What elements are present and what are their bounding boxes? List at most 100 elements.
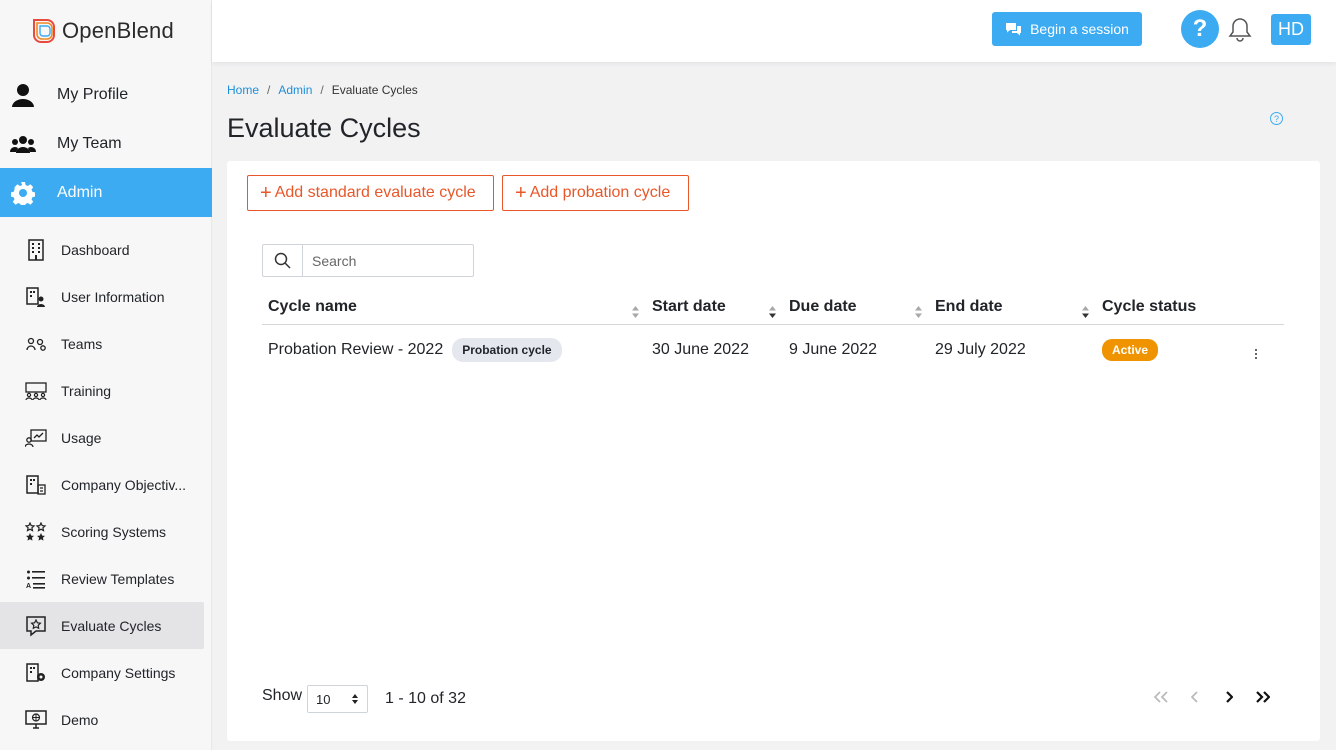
header-cycle-name[interactable]: Cycle name (262, 289, 646, 325)
sort-icon[interactable] (768, 305, 777, 319)
search-input[interactable] (303, 245, 473, 276)
cell-end-date: 29 July 2022 (935, 341, 1026, 358)
plus-icon: + (515, 182, 527, 204)
plus-icon: + (260, 182, 272, 204)
add-probation-label: Add probation cycle (529, 184, 671, 201)
subnav-label: Scoring Systems (61, 523, 167, 540)
user-icon (10, 82, 36, 108)
subnav-label: Training (61, 382, 112, 399)
subnav-training[interactable]: Training (0, 367, 204, 414)
openblend-logo-icon (33, 19, 55, 43)
gear-icon (10, 180, 36, 206)
breadcrumb: Home / Admin / Evaluate Cycles (227, 83, 418, 97)
page-size-select[interactable]: 10 (307, 685, 369, 713)
prev-page-icon[interactable] (1186, 688, 1204, 706)
cell-cycle-name: Probation Review - 2022 Probation cycle (262, 338, 646, 362)
bell-icon[interactable] (1228, 17, 1252, 43)
breadcrumb-current: Evaluate Cycles (331, 83, 418, 97)
header-label: Due date (789, 297, 857, 315)
main-nav: My Profile My Team Admin (0, 70, 212, 217)
avatar[interactable]: HD (1271, 14, 1311, 45)
monitor-icon (24, 708, 48, 732)
question-glyph: ? (1273, 113, 1279, 124)
cycle-type-tag: Probation cycle (452, 338, 562, 362)
sort-icon[interactable] (631, 305, 640, 319)
subnav-label: Company Settings (61, 664, 176, 681)
svg-text:A: A (26, 583, 31, 589)
subnav-scoring-systems[interactable]: Scoring Systems (0, 508, 204, 555)
subnav-label: Review Templates (61, 570, 175, 587)
header-label: Start date (652, 297, 726, 315)
header-label: Cycle name (268, 297, 357, 315)
usage-icon (24, 426, 48, 450)
subnav-teams[interactable]: Teams (0, 320, 204, 367)
content-card: + Add standard evaluate cycle + Add prob… (227, 161, 1320, 741)
subnav-company-settings[interactable]: Company Settings (0, 649, 204, 696)
list-icon: A (24, 567, 48, 591)
add-probation-cycle-button[interactable]: + Add probation cycle (502, 175, 689, 211)
begin-session-button[interactable]: Begin a session (992, 12, 1142, 46)
row-menu-icon[interactable] (1252, 346, 1260, 362)
page-size-value: 10 (316, 691, 331, 707)
last-page-icon[interactable] (1254, 688, 1272, 706)
question-icon[interactable]: ? (1270, 112, 1283, 125)
subnav-usage[interactable]: Usage (0, 414, 204, 461)
cycle-name: Probation Review - 2022 (268, 341, 444, 358)
training-icon (24, 379, 48, 403)
breadcrumb-separator: / (320, 83, 324, 97)
search-icon (263, 245, 303, 276)
subnav-review-templates[interactable]: A Review Templates (0, 555, 204, 602)
stars-icon (24, 520, 48, 544)
first-page-icon[interactable] (1152, 688, 1170, 706)
sort-icon[interactable] (1081, 305, 1090, 319)
header-end-date[interactable]: End date (929, 289, 1096, 325)
nav-label: Admin (57, 183, 103, 201)
subnav-label: Evaluate Cycles (61, 617, 162, 634)
header-cycle-status: Cycle status (1096, 289, 1284, 325)
pagination-controls (1152, 688, 1272, 706)
subnav-label: Dashboard (61, 241, 130, 258)
subnav-label: Demo (61, 711, 99, 728)
avatar-initials: HD (1278, 19, 1304, 39)
table-row[interactable]: Probation Review - 2022 Probation cycle … (262, 325, 1284, 375)
header-due-date[interactable]: Due date (783, 289, 929, 325)
nav-my-profile[interactable]: My Profile (0, 70, 212, 119)
cell-start-date: 30 June 2022 (652, 341, 749, 358)
breadcrumb-admin[interactable]: Admin (278, 83, 312, 97)
nav-my-team[interactable]: My Team (0, 119, 212, 168)
search-box (262, 244, 474, 277)
next-page-icon[interactable] (1220, 688, 1238, 706)
admin-subnav: Dashboard User Information Teams Trainin… (0, 226, 212, 743)
help-button[interactable]: ? (1181, 10, 1219, 48)
table-header: Cycle name Start date Due date End date … (262, 289, 1284, 325)
subnav-demo[interactable]: Demo (0, 696, 204, 743)
cell-due-date: 9 June 2022 (789, 341, 878, 358)
add-standard-label: Add standard evaluate cycle (274, 184, 476, 201)
objectives-icon (24, 473, 48, 497)
nav-label: My Team (57, 134, 122, 152)
logo[interactable]: OpenBlend (30, 16, 174, 46)
team-icon (10, 131, 36, 157)
subnav-company-objectives[interactable]: Company Objectiv... (0, 461, 204, 508)
subnav-dashboard[interactable]: Dashboard (0, 226, 204, 273)
app-name: OpenBlend (62, 18, 174, 43)
nav-label: My Profile (57, 85, 129, 103)
sidebar: OpenBlend My Profile My Team Admin Dashb… (0, 0, 212, 750)
page-info: 1 - 10 of 32 (385, 690, 466, 707)
subnav-evaluate-cycles[interactable]: Evaluate Cycles (0, 602, 204, 649)
sort-icon[interactable] (914, 305, 923, 319)
help-glyph: ? (1192, 15, 1208, 42)
user-info-icon (24, 285, 48, 309)
breadcrumb-home[interactable]: Home (227, 83, 259, 97)
subnav-user-information[interactable]: User Information (0, 273, 204, 320)
teams-icon (24, 332, 48, 356)
nav-admin[interactable]: Admin (0, 168, 212, 217)
breadcrumb-separator: / (267, 83, 271, 97)
select-arrows-icon (352, 694, 359, 704)
subnav-label: Usage (61, 429, 102, 446)
header-label: End date (935, 297, 1003, 315)
add-standard-cycle-button[interactable]: + Add standard evaluate cycle (247, 175, 494, 211)
chat-icon (1006, 23, 1022, 36)
page-title: Evaluate Cycles (227, 113, 421, 143)
header-start-date[interactable]: Start date (646, 289, 783, 325)
